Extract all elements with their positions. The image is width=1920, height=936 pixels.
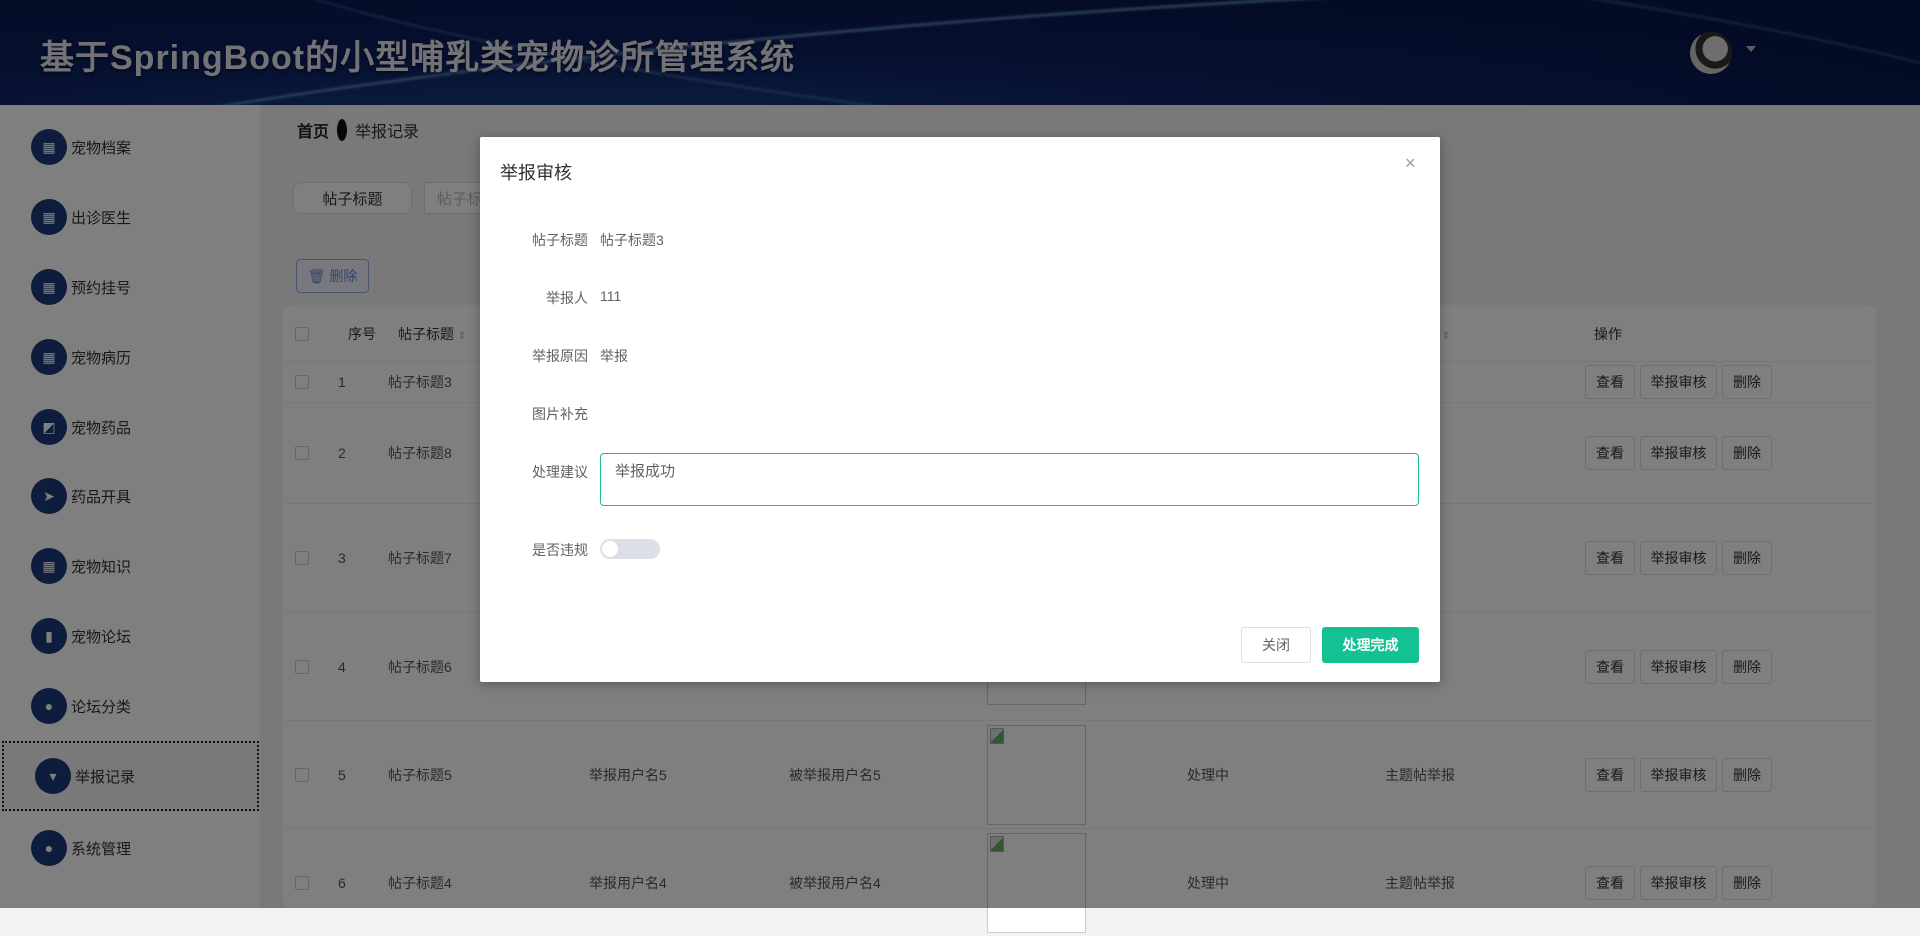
complete-button[interactable]: 处理完成 xyxy=(1322,627,1419,663)
reporter-value: 111 xyxy=(600,288,622,304)
advice-label: 处理建议 xyxy=(532,464,588,480)
post-title-value: 帖子标题3 xyxy=(600,232,664,248)
post-title-label: 帖子标题 xyxy=(532,232,588,248)
violation-toggle[interactable] xyxy=(600,539,660,559)
reporter-label: 举报人 xyxy=(546,290,588,306)
reason-label: 举报原因 xyxy=(532,348,588,364)
review-dialog: 举报审核 × 帖子标题 帖子标题3 举报人 111 举报原因 举报 图片补充 处… xyxy=(480,137,1440,682)
reason-value: 举报 xyxy=(600,348,628,364)
close-icon[interactable]: × xyxy=(1405,153,1416,174)
advice-textarea[interactable]: 举报成功 xyxy=(600,453,1419,506)
images-label: 图片补充 xyxy=(532,406,588,422)
dialog-title: 举报审核 xyxy=(500,163,572,183)
violation-label: 是否违规 xyxy=(532,542,588,558)
close-button[interactable]: 关闭 xyxy=(1241,627,1311,663)
